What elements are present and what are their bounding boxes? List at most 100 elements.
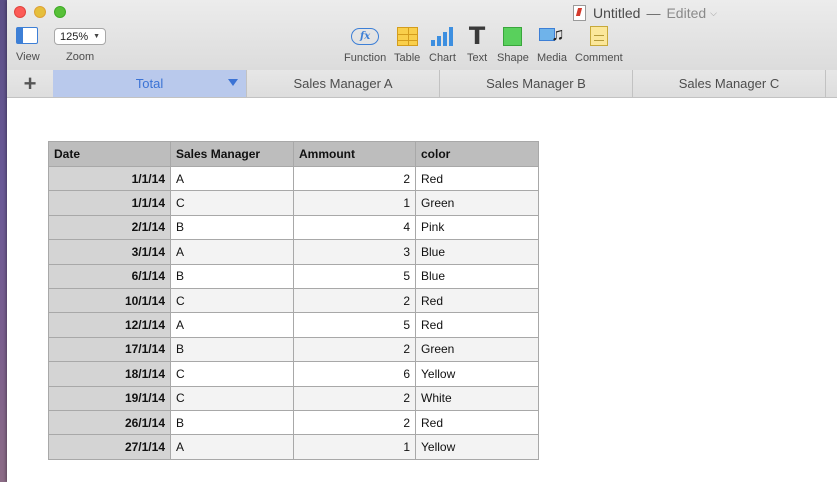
document-title[interactable]: Untitled — Edited ⌵	[573, 4, 717, 22]
amount-cell[interactable]: 6	[293, 361, 416, 387]
date-cell[interactable]: 17/1/14	[48, 336, 171, 363]
column-header[interactable]: Date	[48, 141, 171, 167]
color-cell[interactable]: Red	[415, 409, 539, 436]
table-row: 18/1/14 C 6 Yellow	[48, 361, 539, 387]
sales-table[interactable]: Date Sales Manager Ammount color 1/1/14 …	[48, 141, 539, 460]
tab-sales-manager-b[interactable]: Sales Manager B	[440, 70, 633, 97]
date-cell[interactable]: 12/1/14	[48, 312, 171, 338]
date-cell[interactable]: 1/1/14	[48, 165, 171, 192]
media-label: Media	[537, 52, 567, 64]
media-button[interactable]: ♫ Media	[537, 24, 567, 64]
manager-cell[interactable]: C	[170, 361, 294, 387]
color-cell[interactable]: White	[415, 385, 539, 411]
color-cell[interactable]: Pink	[415, 214, 539, 241]
title-separator: —	[646, 5, 661, 21]
amount-cell[interactable]: 2	[293, 385, 416, 411]
manager-cell[interactable]: A	[170, 165, 294, 192]
date-cell[interactable]: 18/1/14	[48, 361, 171, 387]
chart-icon	[431, 26, 454, 46]
date-cell[interactable]: 27/1/14	[48, 434, 171, 460]
tab-total[interactable]: Total	[53, 70, 247, 97]
amount-cell[interactable]: 3	[293, 239, 416, 265]
manager-cell[interactable]: B	[170, 263, 294, 289]
view-button[interactable]	[16, 27, 38, 44]
table-row: 10/1/14 C 2 Red	[48, 287, 539, 314]
media-icon: ♫	[538, 24, 565, 46]
zoom-label: Zoom	[66, 51, 95, 63]
minimize-window-button[interactable]	[34, 6, 46, 18]
shape-button[interactable]: Shape	[497, 24, 529, 64]
color-cell[interactable]: Blue	[415, 239, 539, 265]
tab-sales-manager-c[interactable]: Sales Manager C	[633, 70, 826, 97]
manager-cell[interactable]: A	[170, 239, 294, 265]
zoom-select[interactable]: 125% ▼	[54, 28, 106, 45]
color-cell[interactable]: Yellow	[415, 361, 539, 387]
comment-label: Comment	[575, 52, 623, 64]
chevron-down-icon[interactable]	[228, 79, 238, 86]
tab-label: Total	[135, 76, 164, 91]
table-row: 26/1/14 B 2 Red	[48, 409, 539, 436]
manager-cell[interactable]: C	[170, 287, 294, 314]
function-icon: fx	[351, 27, 380, 45]
shape-icon	[503, 26, 523, 46]
amount-cell[interactable]: 4	[293, 214, 416, 241]
tab-sales-manager-a[interactable]: Sales Manager A	[247, 70, 440, 97]
chart-label: Chart	[429, 52, 456, 64]
table-row: 19/1/14 C 2 White	[48, 385, 539, 411]
zoom-window-button[interactable]	[54, 6, 66, 18]
amount-cell[interactable]: 2	[293, 165, 416, 192]
color-cell[interactable]: Blue	[415, 263, 539, 289]
chevron-down-icon: ▼	[93, 33, 100, 40]
date-cell[interactable]: 2/1/14	[48, 214, 171, 241]
document-icon	[573, 5, 586, 21]
tab-label: Sales Manager A	[293, 76, 393, 91]
add-sheet-button[interactable]: +	[7, 70, 54, 97]
amount-cell[interactable]: 5	[293, 312, 416, 338]
table-row: 1/1/14 A 2 Red	[48, 165, 539, 192]
table-row: 3/1/14 A 3 Blue	[48, 239, 539, 265]
table-button[interactable]: Table	[394, 24, 420, 64]
manager-cell[interactable]: B	[170, 409, 294, 436]
manager-cell[interactable]: C	[170, 385, 294, 411]
color-cell[interactable]: Red	[415, 165, 539, 192]
numbers-window: Untitled — Edited ⌵ View 125% ▼ Zoom fx …	[7, 0, 837, 482]
column-header[interactable]: Sales Manager	[170, 141, 294, 167]
manager-cell[interactable]: B	[170, 336, 294, 363]
color-cell[interactable]: Green	[415, 336, 539, 363]
text-icon: T	[468, 22, 486, 50]
column-header[interactable]: Ammount	[293, 141, 416, 167]
date-cell[interactable]: 19/1/14	[48, 385, 171, 411]
table-row: 6/1/14 B 5 Blue	[48, 263, 539, 289]
color-cell[interactable]: Red	[415, 312, 539, 338]
manager-cell[interactable]: A	[170, 434, 294, 460]
tab-label: Sales Manager B	[486, 76, 586, 91]
manager-cell[interactable]: A	[170, 312, 294, 338]
shape-label: Shape	[497, 52, 529, 64]
date-cell[interactable]: 10/1/14	[48, 287, 171, 314]
amount-cell[interactable]: 2	[293, 409, 416, 436]
tab-label: Sales Manager C	[678, 76, 780, 91]
column-header[interactable]: color	[415, 141, 539, 167]
amount-cell[interactable]: 5	[293, 263, 416, 289]
amount-cell[interactable]: 1	[293, 190, 416, 216]
color-cell[interactable]: Green	[415, 190, 539, 216]
chart-button[interactable]: Chart	[429, 24, 456, 64]
manager-cell[interactable]: C	[170, 190, 294, 216]
date-cell[interactable]: 6/1/14	[48, 263, 171, 289]
manager-cell[interactable]: B	[170, 214, 294, 241]
sheet-tab-bar: + Total Sales Manager A Sales Manager B …	[7, 70, 837, 98]
date-cell[interactable]: 1/1/14	[48, 190, 171, 216]
amount-cell[interactable]: 2	[293, 287, 416, 314]
color-cell[interactable]: Yellow	[415, 434, 539, 460]
color-cell[interactable]: Red	[415, 287, 539, 314]
text-button[interactable]: T Text	[467, 24, 487, 64]
amount-cell[interactable]: 2	[293, 336, 416, 363]
date-cell[interactable]: 26/1/14	[48, 409, 171, 436]
comment-icon	[589, 26, 608, 46]
function-button[interactable]: fx Function	[344, 24, 386, 64]
date-cell[interactable]: 3/1/14	[48, 239, 171, 265]
comment-button[interactable]: Comment	[575, 24, 623, 64]
sidebar-view-icon	[16, 27, 38, 44]
close-window-button[interactable]	[14, 6, 26, 18]
amount-cell[interactable]: 1	[293, 434, 416, 460]
